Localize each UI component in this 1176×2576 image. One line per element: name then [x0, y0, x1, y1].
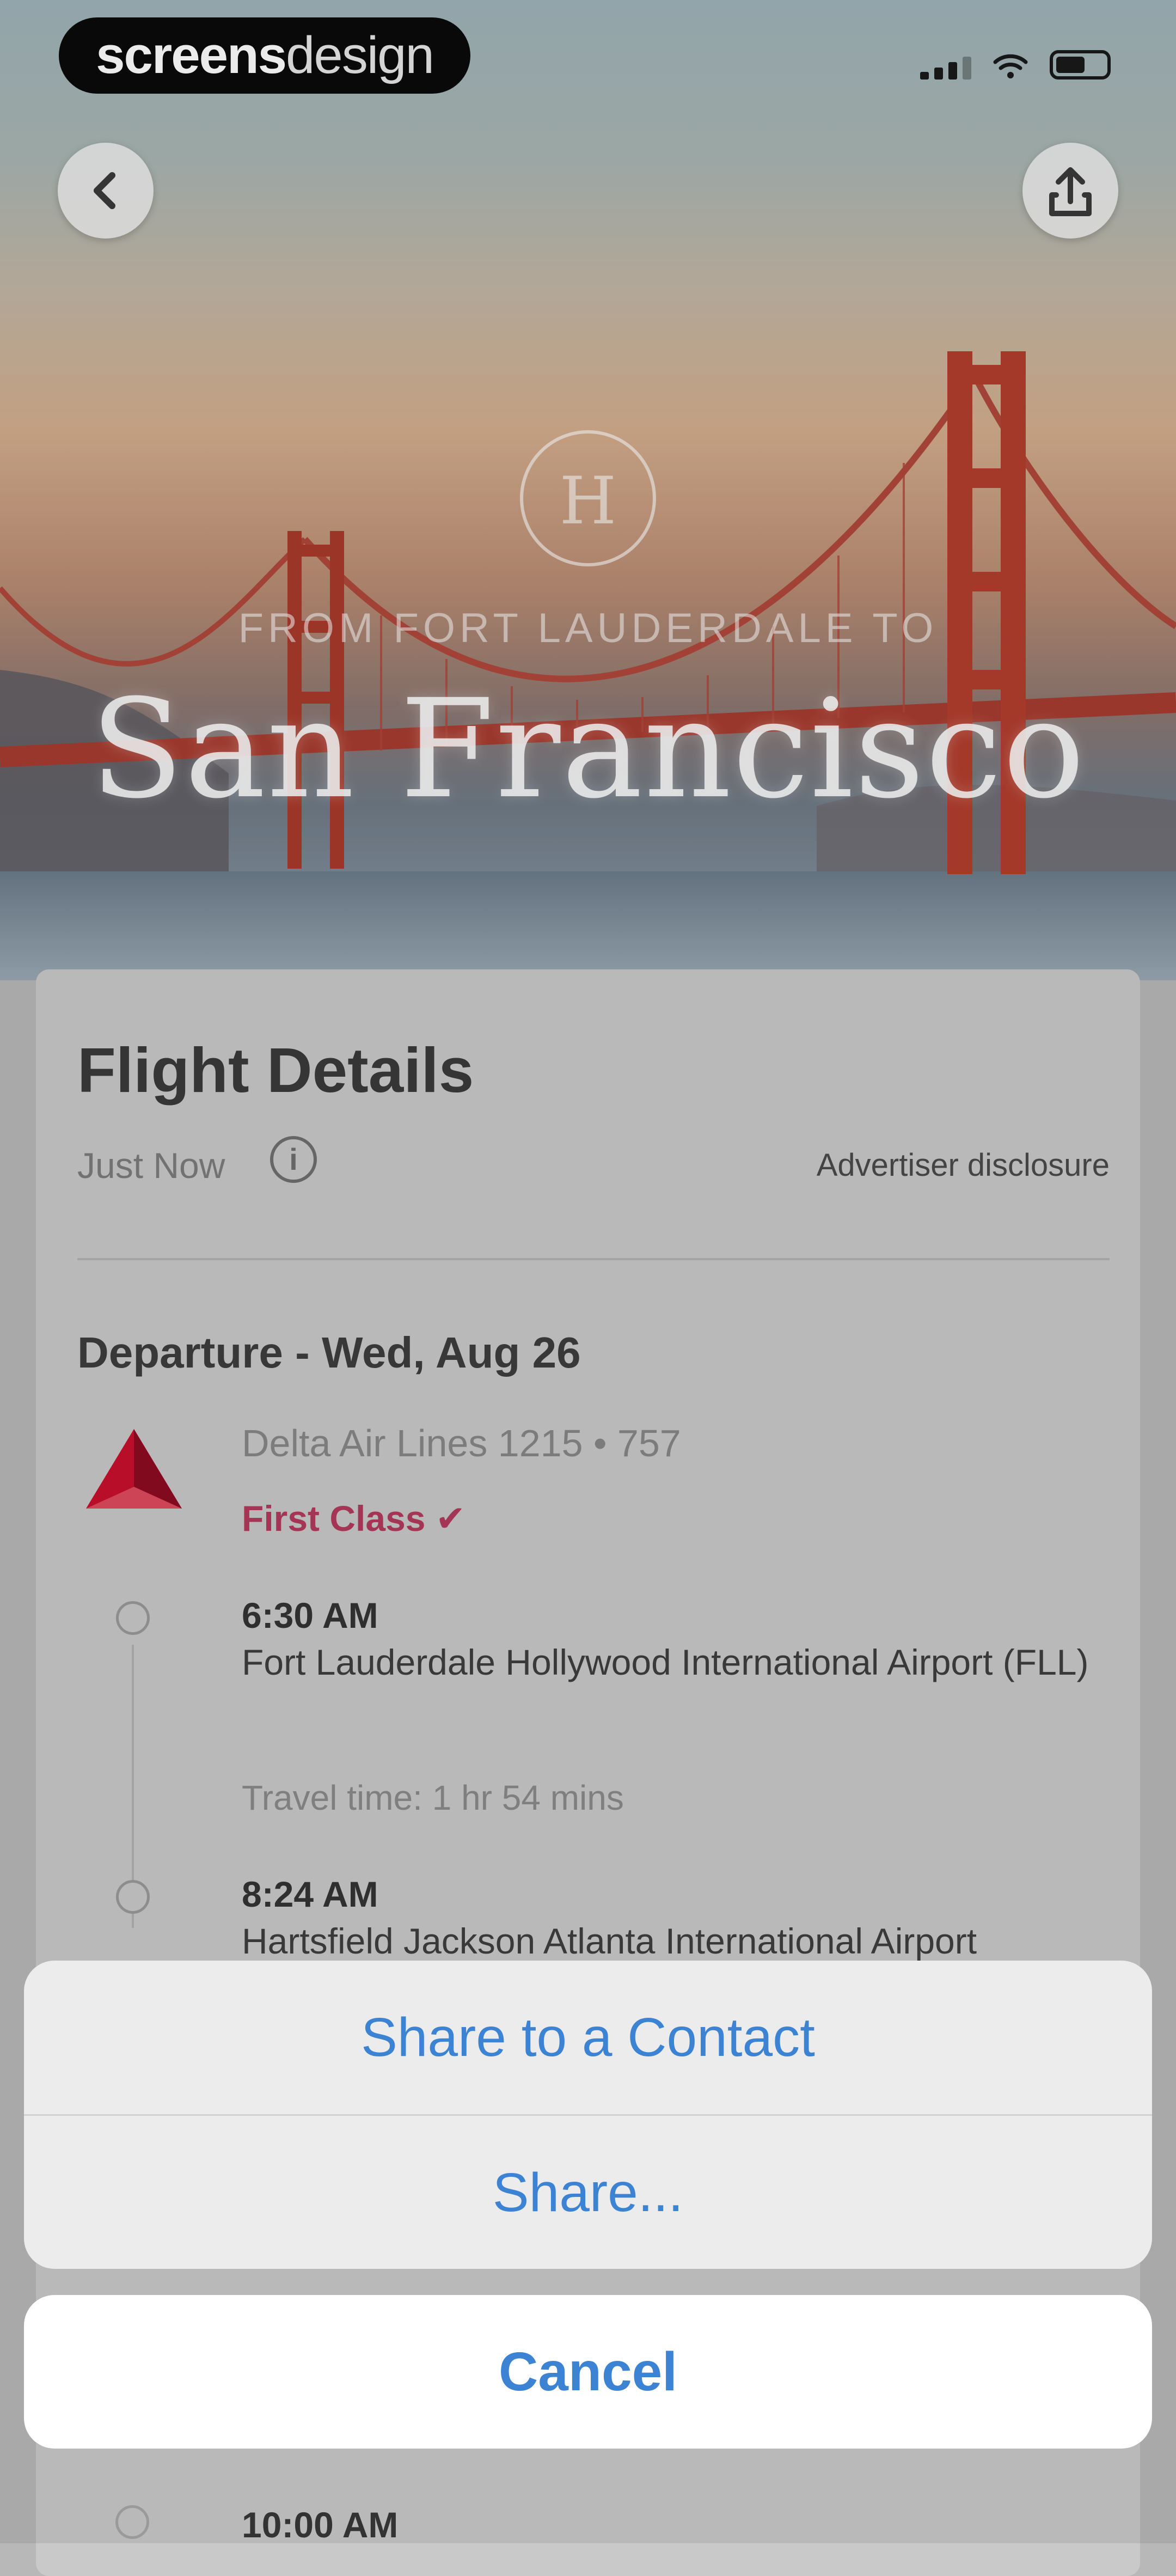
timeline-dot [115, 2505, 149, 2539]
share-button-option[interactable]: Share... [24, 2116, 1152, 2269]
cancel-button[interactable]: Cancel [24, 2295, 1152, 2449]
next-stop-time: 10:00 AM [242, 2505, 399, 2545]
share-to-contact-button[interactable]: Share to a Contact [24, 1961, 1152, 2114]
action-sheet: Share to a Contact Share... [24, 1961, 1152, 2269]
